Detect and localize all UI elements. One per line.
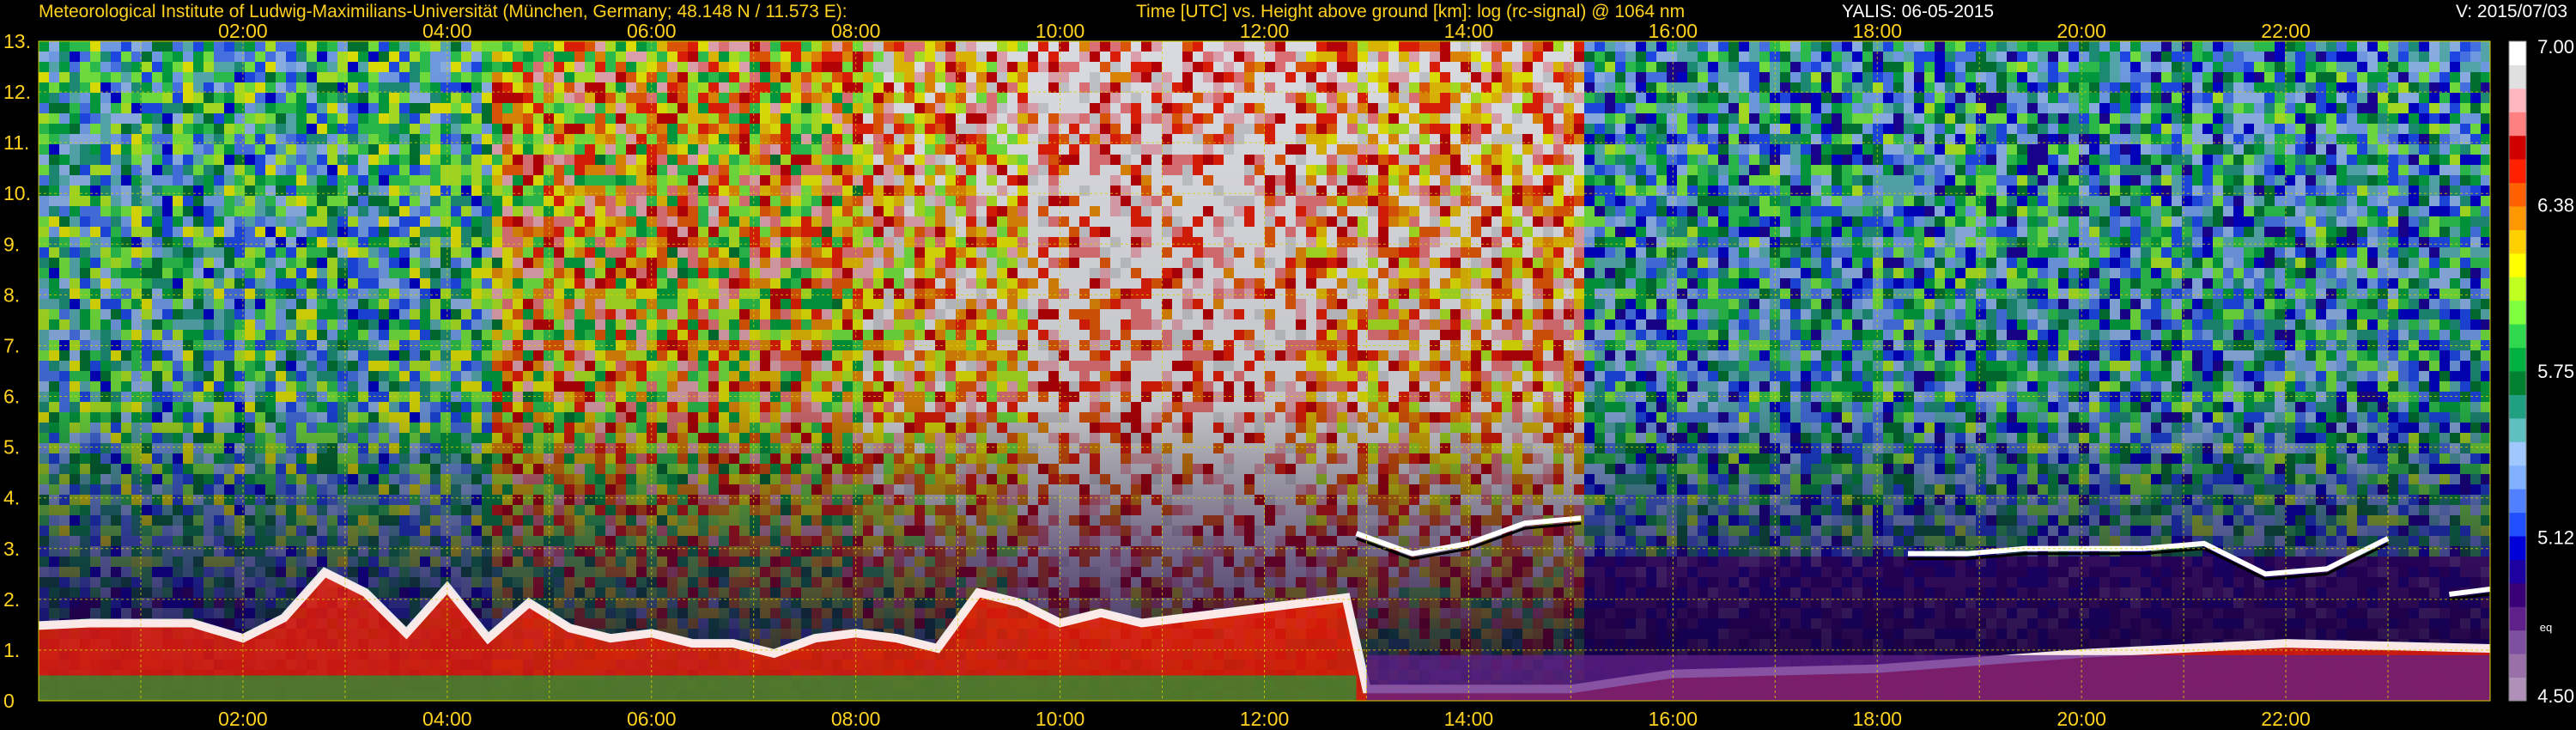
lidar-quicklook: 02:00 04:00 06:00 08:00 10:00 12:00 14:00 16:00… xyxy=(0,0,2576,730)
